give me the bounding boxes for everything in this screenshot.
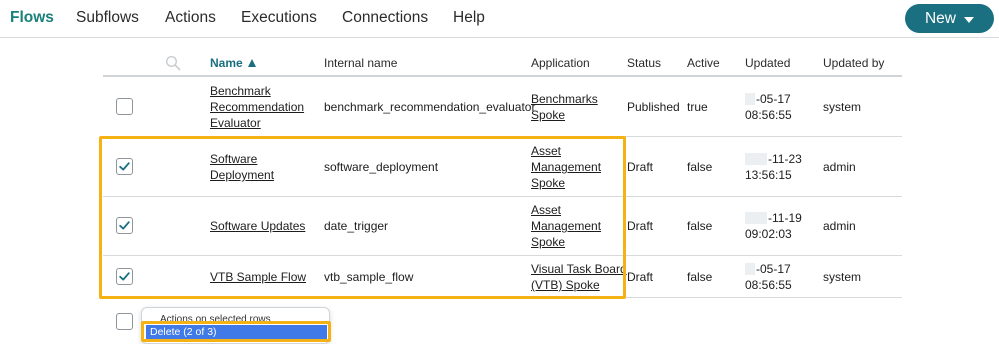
tab-subflows[interactable]: Subflows [76,9,139,27]
application-line: Spoke [531,108,566,122]
active-value: false [687,160,713,174]
internal-name: date_trigger [324,219,389,233]
row-divider [103,297,902,298]
row-divider [103,196,902,197]
application-line: Asset [531,203,562,217]
tab-help[interactable]: Help [453,9,485,27]
status-text: Draft [627,219,654,233]
application-line: Spoke [531,176,566,190]
status-text: Draft [627,160,654,174]
flow-name-line: Deployment [210,168,275,182]
flow-name-link[interactable]: VTB Sample Flow [210,269,306,285]
redacted-year [745,263,755,275]
flow-name-link[interactable]: Software Updates [210,218,305,234]
header-divider [103,75,902,77]
tab-executions[interactable]: Executions [241,9,317,27]
sort-ascending-icon [247,59,256,67]
application-line: Asset [531,144,562,158]
application-line: Visual Task Board [531,262,627,276]
application-line: Spoke [531,235,566,249]
column-header-name[interactable]: Name [210,56,256,70]
column-header-internal-name[interactable]: Internal name [324,56,397,70]
status-text: Draft [627,270,654,284]
flow-name-line: Evaluator [210,116,261,130]
tab-actions[interactable]: Actions [165,9,216,27]
top-nav: Flows Subflows Actions Executions Connec… [0,0,999,38]
updated-by: admin [823,219,856,233]
checkmark-icon [119,221,130,230]
application-line: (VTB) Spoke [531,278,600,292]
column-header-updated-by[interactable]: Updated by [823,56,884,70]
checkmark-icon [119,162,130,171]
new-button-label: New [924,9,956,27]
bulk-actions-menu: Actions on selected rows Delete (2 of 3) [141,307,330,344]
updated-timestamp: -05-17 08:56:55 [745,91,792,123]
flow-name-line: Benchmark [210,84,271,98]
updated-date: -05-17 [756,262,791,276]
flow-name-link[interactable]: Benchmark Recommendation Evaluator [210,83,304,131]
status-text: Published [627,100,680,114]
application-line: Benchmarks [531,92,598,106]
internal-name: benchmark_recommendation_evaluator [324,100,536,114]
application-link[interactable]: Asset Management Spoke [531,202,601,250]
flow-name-line: Software Updates [210,219,306,233]
active-value: false [687,270,713,284]
row-divider [103,136,902,137]
row-divider [103,255,902,256]
new-button[interactable]: New [905,4,994,33]
updated-date: -05-17 [756,92,791,106]
flow-name-line: Software [210,152,258,166]
delete-menu-item[interactable]: Delete (2 of 3) [146,325,327,340]
row-checkbox[interactable] [116,268,133,285]
internal-name: software_deployment [324,160,439,174]
search-icon[interactable] [165,55,181,71]
select-all-checkbox[interactable] [116,313,133,330]
redacted-year [745,212,767,224]
active-value: false [687,219,713,233]
column-header-name-label: Name [210,56,243,70]
updated-time: 13:56:15 [745,168,792,182]
updated-time: 08:56:55 [745,108,792,122]
updated-timestamp: -11-23 13:56:15 [745,151,802,183]
column-header-updated[interactable]: Updated [745,56,790,70]
updated-date: -11-19 [768,211,802,225]
updated-by: system [823,100,862,114]
column-header-application[interactable]: Application [531,56,590,70]
updated-timestamp: -05-17 08:56:55 [745,261,792,293]
internal-name: vtb_sample_flow [324,270,414,284]
updated-by: admin [823,160,856,174]
updated-time: 08:56:55 [745,278,792,292]
updated-date: -11-23 [768,152,802,166]
tab-flows[interactable]: Flows [10,9,54,27]
updated-time: 09:02:03 [745,227,792,241]
bulk-actions-header: Actions on selected rows [160,314,271,325]
checkmark-icon [119,272,130,281]
redacted-year [745,93,755,105]
active-value: true [687,100,708,114]
row-checkbox[interactable] [116,98,133,115]
flow-name-line: VTB Sample Flow [210,270,307,284]
flow-name-link[interactable]: Software Deployment [210,151,274,183]
application-link[interactable]: Asset Management Spoke [531,143,601,191]
row-checkbox[interactable] [116,158,133,175]
column-header-status[interactable]: Status [627,56,661,70]
updated-by: system [823,270,862,284]
flow-name-line: Recommendation [210,100,305,114]
row-checkbox[interactable] [116,217,133,234]
application-link[interactable]: Benchmarks Spoke [531,91,598,123]
application-line: Management [531,219,602,233]
application-line: Management [531,160,602,174]
updated-timestamp: -11-19 09:02:03 [745,210,802,242]
redacted-year [745,153,767,165]
application-link[interactable]: Visual Task Board (VTB) Spoke [531,261,627,293]
column-header-active[interactable]: Active [687,56,720,70]
chevron-down-icon [964,16,974,23]
tab-connections[interactable]: Connections [342,9,428,27]
